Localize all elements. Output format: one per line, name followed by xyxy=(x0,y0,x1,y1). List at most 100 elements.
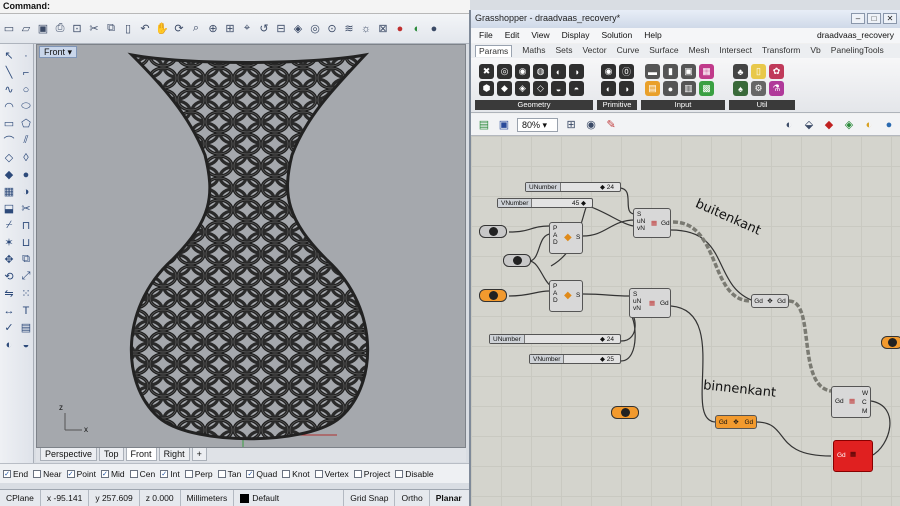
rectangle-icon[interactable]: ▭ xyxy=(1,116,17,131)
front-viewport[interactable]: Front ▾ z x xyxy=(36,44,466,448)
open-document-icon[interactable]: ▤ xyxy=(477,118,491,132)
planar-toggle[interactable]: Planar xyxy=(430,490,468,506)
osnap-mid[interactable]: ✓ Mid xyxy=(100,469,125,479)
select-arrow-icon[interactable]: ↖ xyxy=(1,48,17,63)
copy-icon[interactable]: ⧉ xyxy=(104,22,118,36)
checkbox[interactable] xyxy=(395,469,404,478)
mesh-preview-icon[interactable]: ◈ xyxy=(842,118,856,132)
brep-param-icon[interactable]: ◈ xyxy=(515,81,530,96)
sphere-icon[interactable]: ● xyxy=(18,167,34,182)
line-param-icon[interactable]: ◑ xyxy=(569,64,584,79)
osnap-near[interactable]: Near xyxy=(33,469,62,479)
group-icon[interactable]: ⊔ xyxy=(18,235,34,250)
tab-top[interactable]: Top xyxy=(99,448,124,461)
trim-icon[interactable]: ✂ xyxy=(18,201,34,216)
mirror-icon[interactable]: ⇋ xyxy=(1,286,17,301)
open-file-icon[interactable]: ▱ xyxy=(19,22,33,36)
galapagos-icon[interactable]: ✿ xyxy=(769,64,784,79)
vector-param-icon[interactable]: ◎ xyxy=(497,64,512,79)
divide-domain-component-1[interactable]: SuN vN ▦ Gd xyxy=(633,208,671,238)
osnap-perp[interactable]: Perp xyxy=(184,469,213,479)
zoom-icon[interactable]: ⌕ xyxy=(189,22,203,36)
surface-morph-component-2[interactable]: Gd ✥ Gd xyxy=(715,415,757,429)
cut-icon[interactable]: ✂ xyxy=(87,22,101,36)
checkbox[interactable] xyxy=(314,469,323,478)
arc-param-icon[interactable]: ◍ xyxy=(533,64,548,79)
arc-icon[interactable]: ◠ xyxy=(1,99,17,114)
checkbox[interactable] xyxy=(184,469,193,478)
join-icon[interactable]: ⊓ xyxy=(18,218,34,233)
grid-icon[interactable]: ▤ xyxy=(18,320,34,335)
slider-unumber-2[interactable]: UNumber ◆ 24 xyxy=(489,334,621,344)
weave-component[interactable]: Gd ▦ WCM xyxy=(831,386,871,418)
new-file-icon[interactable]: ▭ xyxy=(2,22,16,36)
curve-param-1[interactable] xyxy=(479,225,507,238)
number-param-icon[interactable]: ◐ xyxy=(601,81,616,96)
sketch-pen-icon[interactable]: ✎ xyxy=(604,118,618,132)
boolean-param-icon[interactable]: ◉ xyxy=(601,64,616,79)
text-icon[interactable]: T xyxy=(18,303,34,318)
zoom-dropdown[interactable]: 80% ▾ xyxy=(517,117,559,132)
point-param-icon[interactable]: ✖ xyxy=(479,64,494,79)
tab-panelingtools[interactable]: PanelingTools xyxy=(831,45,884,57)
checkbox[interactable] xyxy=(217,469,226,478)
mesh-param-icon[interactable]: ◇ xyxy=(533,81,548,96)
tab-vb[interactable]: Vb xyxy=(810,45,820,57)
zoom-extents-icon[interactable]: ⊞ xyxy=(564,118,578,132)
lock-icon[interactable]: ⊠ xyxy=(376,22,390,36)
curve-param-2[interactable] xyxy=(503,254,531,267)
preview-eye-icon[interactable]: ◉ xyxy=(584,118,598,132)
save-document-icon[interactable]: ▣ xyxy=(497,118,511,132)
tab-sets[interactable]: Sets xyxy=(555,45,572,57)
tab-right[interactable]: Right xyxy=(158,448,190,461)
close-icon[interactable]: ✕ xyxy=(883,13,897,24)
document-name[interactable]: draadvaas_recovery xyxy=(817,30,894,41)
colour-swatch-icon[interactable]: ▩ xyxy=(699,81,714,96)
menu-view[interactable]: View xyxy=(531,30,549,41)
copy-object-icon[interactable]: ⧉ xyxy=(18,252,34,267)
light-icon[interactable]: ☼ xyxy=(359,22,373,36)
move-icon[interactable]: ✥ xyxy=(1,252,17,267)
tab-intersect[interactable]: Intersect xyxy=(719,45,752,57)
integer-param-icon[interactable]: ⓪ xyxy=(619,64,634,79)
flask-icon[interactable]: ⚗ xyxy=(769,81,784,96)
grid-snap-toggle[interactable]: Grid Snap xyxy=(344,490,396,506)
osnap-disable[interactable]: Disable xyxy=(395,469,434,479)
save-icon[interactable]: ▣ xyxy=(36,22,50,36)
tab-params[interactable]: Params xyxy=(475,45,513,57)
tab-curve[interactable]: Curve xyxy=(617,45,640,57)
units-status[interactable]: Millimeters xyxy=(181,490,235,506)
menu-help[interactable]: Help xyxy=(644,30,661,41)
material-icon[interactable]: ◐ xyxy=(410,22,424,36)
tab-surface[interactable]: Surface xyxy=(649,45,678,57)
rotate-view-icon[interactable]: ⟳ xyxy=(172,22,186,36)
globe-icon[interactable]: ● xyxy=(882,118,896,132)
plane-param-icon[interactable]: ⬢ xyxy=(479,81,494,96)
layer-status[interactable]: Default xyxy=(234,490,345,506)
render-icon[interactable]: ● xyxy=(393,22,407,36)
data-dam-icon[interactable]: ⚙ xyxy=(751,81,766,96)
checkbox[interactable] xyxy=(33,469,42,478)
point-icon[interactable]: · xyxy=(18,48,34,63)
toggle-input-icon[interactable]: ▮ xyxy=(663,64,678,79)
tab-mesh[interactable]: Mesh xyxy=(689,45,710,57)
explode-icon[interactable]: ✶ xyxy=(1,235,17,250)
circle-param-icon[interactable]: ◉ xyxy=(515,64,530,79)
polyline-icon[interactable]: ⌐ xyxy=(18,65,34,80)
osnap-int[interactable]: ✓ Int xyxy=(160,469,180,479)
jump-icon[interactable]: ▯ xyxy=(751,64,766,79)
analyze-icon[interactable]: ✓ xyxy=(1,320,17,335)
button-input-icon[interactable]: ▣ xyxy=(681,64,696,79)
curve-param-4[interactable] xyxy=(611,406,639,419)
minimize-icon[interactable]: – xyxy=(851,13,865,24)
surface-param-icon[interactable]: ◒ xyxy=(551,81,566,96)
osnap-knot[interactable]: Knot xyxy=(282,469,310,479)
checkbox[interactable]: ✓ xyxy=(66,469,75,478)
cplane-icon[interactable]: ◈ xyxy=(291,22,305,36)
boolean-icon[interactable]: ◑ xyxy=(18,184,34,199)
checkbox[interactable] xyxy=(282,469,291,478)
tab-maths[interactable]: Maths xyxy=(522,45,545,57)
rotate-icon[interactable]: ⟲ xyxy=(1,269,17,284)
cluster-icon[interactable]: ♣ xyxy=(733,64,748,79)
menu-edit[interactable]: Edit xyxy=(505,30,520,41)
